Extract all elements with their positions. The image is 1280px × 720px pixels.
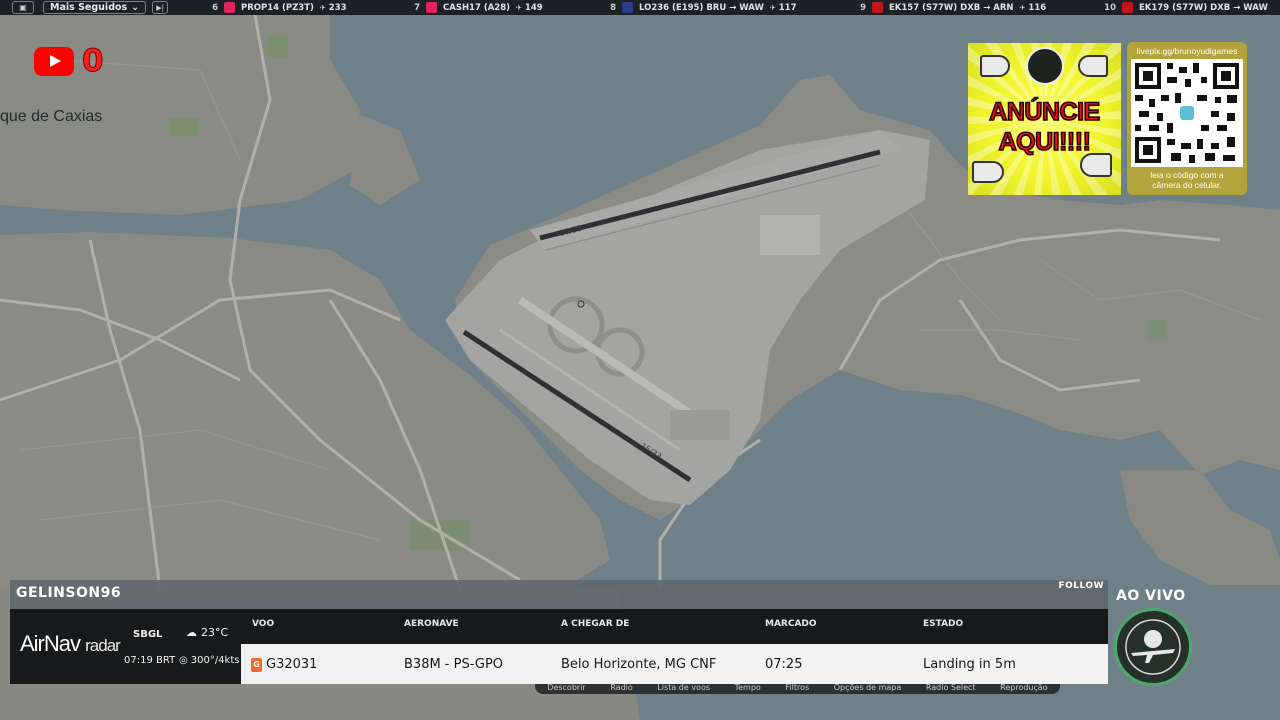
airline-logo-icon <box>622 2 633 13</box>
airline-logo-icon: G <box>251 658 262 672</box>
airline-logo-icon <box>224 2 235 13</box>
ticker-flight: PROP14 (PZ3T) <box>241 2 314 13</box>
megaphone-icon <box>980 55 1010 77</box>
ticker-rank: 9 <box>860 2 866 13</box>
ticker-viewers: 233 <box>328 2 347 13</box>
ticker-item[interactable]: 7 CASH17 (A28) ✈ 149 <box>402 0 543 15</box>
channel-logo-icon <box>1026 47 1064 85</box>
airnav-logo: AirNav radar <box>20 631 121 657</box>
ticker-flight: EK157 (S77W) DXB → ARN <box>889 2 1014 13</box>
ticker-flight: EK179 (S77W) DXB → WAW <box>1139 2 1268 13</box>
chevron-down-icon: ⌄ <box>131 2 140 13</box>
airport-code: SBGL <box>133 629 163 640</box>
airline-logo-icon <box>426 2 437 13</box>
aircraft-info: B38M - PS-GPO <box>404 657 504 672</box>
username: GELINSON96 <box>16 585 122 601</box>
flight-status: Landing in 5m <box>923 657 1016 672</box>
scheduled-time: 07:25 <box>765 657 803 672</box>
youtube-count: 0 <box>82 43 105 80</box>
ticker-rank: 10 <box>1104 2 1116 13</box>
column-header-arriving-from: A CHEGAR DE <box>561 619 630 629</box>
ticker-rank: 7 <box>414 2 420 13</box>
local-time: 07:19 BRT <box>124 655 176 666</box>
map-place-label: que de Caxias <box>0 108 103 125</box>
ad-line1: ANÚNCIE <box>988 98 1101 127</box>
airline-logo-icon <box>1122 2 1133 13</box>
column-header-aircraft: AERONAVE <box>404 619 459 629</box>
ticker-viewers: 117 <box>778 2 797 13</box>
megaphone-icon <box>972 161 1004 183</box>
plane-icon: ✈ <box>769 3 776 12</box>
ticker-item[interactable]: 8 LO236 (E195) BRU → WAW ✈ 117 <box>598 0 796 15</box>
ticker-item[interactable]: 6 PROP14 (PZ3T) ✈ 233 <box>200 0 347 15</box>
brand-name: AirNav <box>20 631 81 656</box>
temperature-value: 23°C <box>201 626 229 639</box>
ad-line2: AQUI!!!! <box>998 128 1092 157</box>
qr-caption-line: leia o código com a <box>1150 170 1224 180</box>
youtube-counter: 0 <box>34 43 105 80</box>
ticker-item[interactable]: 10 EK179 (S77W) DXB → WAW <box>1098 0 1268 15</box>
ticker-item[interactable]: 9 EK157 (S77W) DXB → ARN ✈ 116 <box>848 0 1046 15</box>
ticker-flight: CASH17 (A28) <box>443 2 511 13</box>
column-header-flight: VOO <box>252 619 275 629</box>
plane-icon: ✈ <box>319 3 326 12</box>
ticker-rank: 6 <box>212 2 218 13</box>
qr-code-panel[interactable]: livepix.gg/brunoyudigames leia o código … <box>1127 42 1247 195</box>
plane-icon: ✈ <box>516 3 522 12</box>
airline-logo-icon <box>872 2 883 13</box>
youtube-icon <box>34 46 74 76</box>
follow-button[interactable]: FOLLOW <box>1058 581 1104 591</box>
top-ticker-bar: ▣ Mais Seguidos ⌄ ▶| 6 PROP14 (PZ3T) ✈ 23… <box>0 0 1280 15</box>
wind-value: 300°/4kts <box>190 655 240 666</box>
megaphone-icon <box>1078 55 1108 77</box>
panel-header: GELINSON96 FOLLOW <box>10 580 1108 609</box>
skip-icon[interactable]: ▶| <box>152 1 169 14</box>
wind-icon: ◎ <box>179 655 188 666</box>
ticker-viewers: 149 <box>524 2 543 13</box>
ticker-viewers: 116 <box>1028 2 1047 13</box>
filter-dropdown[interactable]: Mais Seguidos ⌄ <box>43 1 147 14</box>
qr-code-icon <box>1131 59 1243 167</box>
ticker-rank: 8 <box>610 2 616 13</box>
flight-number: G32031 <box>266 657 318 672</box>
cloud-icon: ☁ <box>186 626 197 639</box>
filter-label: Mais Seguidos <box>50 2 128 13</box>
wind: ◎ 300°/4kts <box>179 655 239 666</box>
flight-info-panel: GELINSON96 FOLLOW AirNav radar SBGL 07:1… <box>10 580 1108 684</box>
megaphone-icon <box>1080 153 1112 177</box>
brand-sub: radar <box>85 636 121 655</box>
ticker-flight: LO236 (E195) BRU → WAW <box>639 2 764 13</box>
panel-body: AirNav radar SBGL 07:19 BRT ☁ 23°C ◎ 300… <box>10 609 1108 684</box>
column-header-status: ESTADO <box>923 619 964 629</box>
qr-caption: leia o código com a câmera do celular. <box>1127 170 1247 190</box>
plane-icon: ✈ <box>1019 3 1026 12</box>
qr-url: livepix.gg/brunoyudigames <box>1136 46 1238 56</box>
live-label: AO VIVO <box>1116 588 1186 604</box>
window-icon[interactable]: ▣ <box>12 1 34 14</box>
origin: Belo Horizonte, MG CNF <box>561 657 717 672</box>
channel-logo-icon <box>1114 608 1192 686</box>
temperature: ☁ 23°C <box>186 626 228 639</box>
column-header-scheduled: MARCADO <box>765 619 817 629</box>
live-badge: AO VIVO <box>1112 588 1196 688</box>
advertisement-banner[interactable]: ANÚNCIE AQUI!!!! <box>968 43 1121 195</box>
qr-caption-line: câmera do celular. <box>1152 180 1222 190</box>
airplane-emblem-icon <box>1125 619 1181 675</box>
flight-row[interactable]: G G32031 B38M - PS-GPO Belo Horizonte, M… <box>241 644 1108 684</box>
